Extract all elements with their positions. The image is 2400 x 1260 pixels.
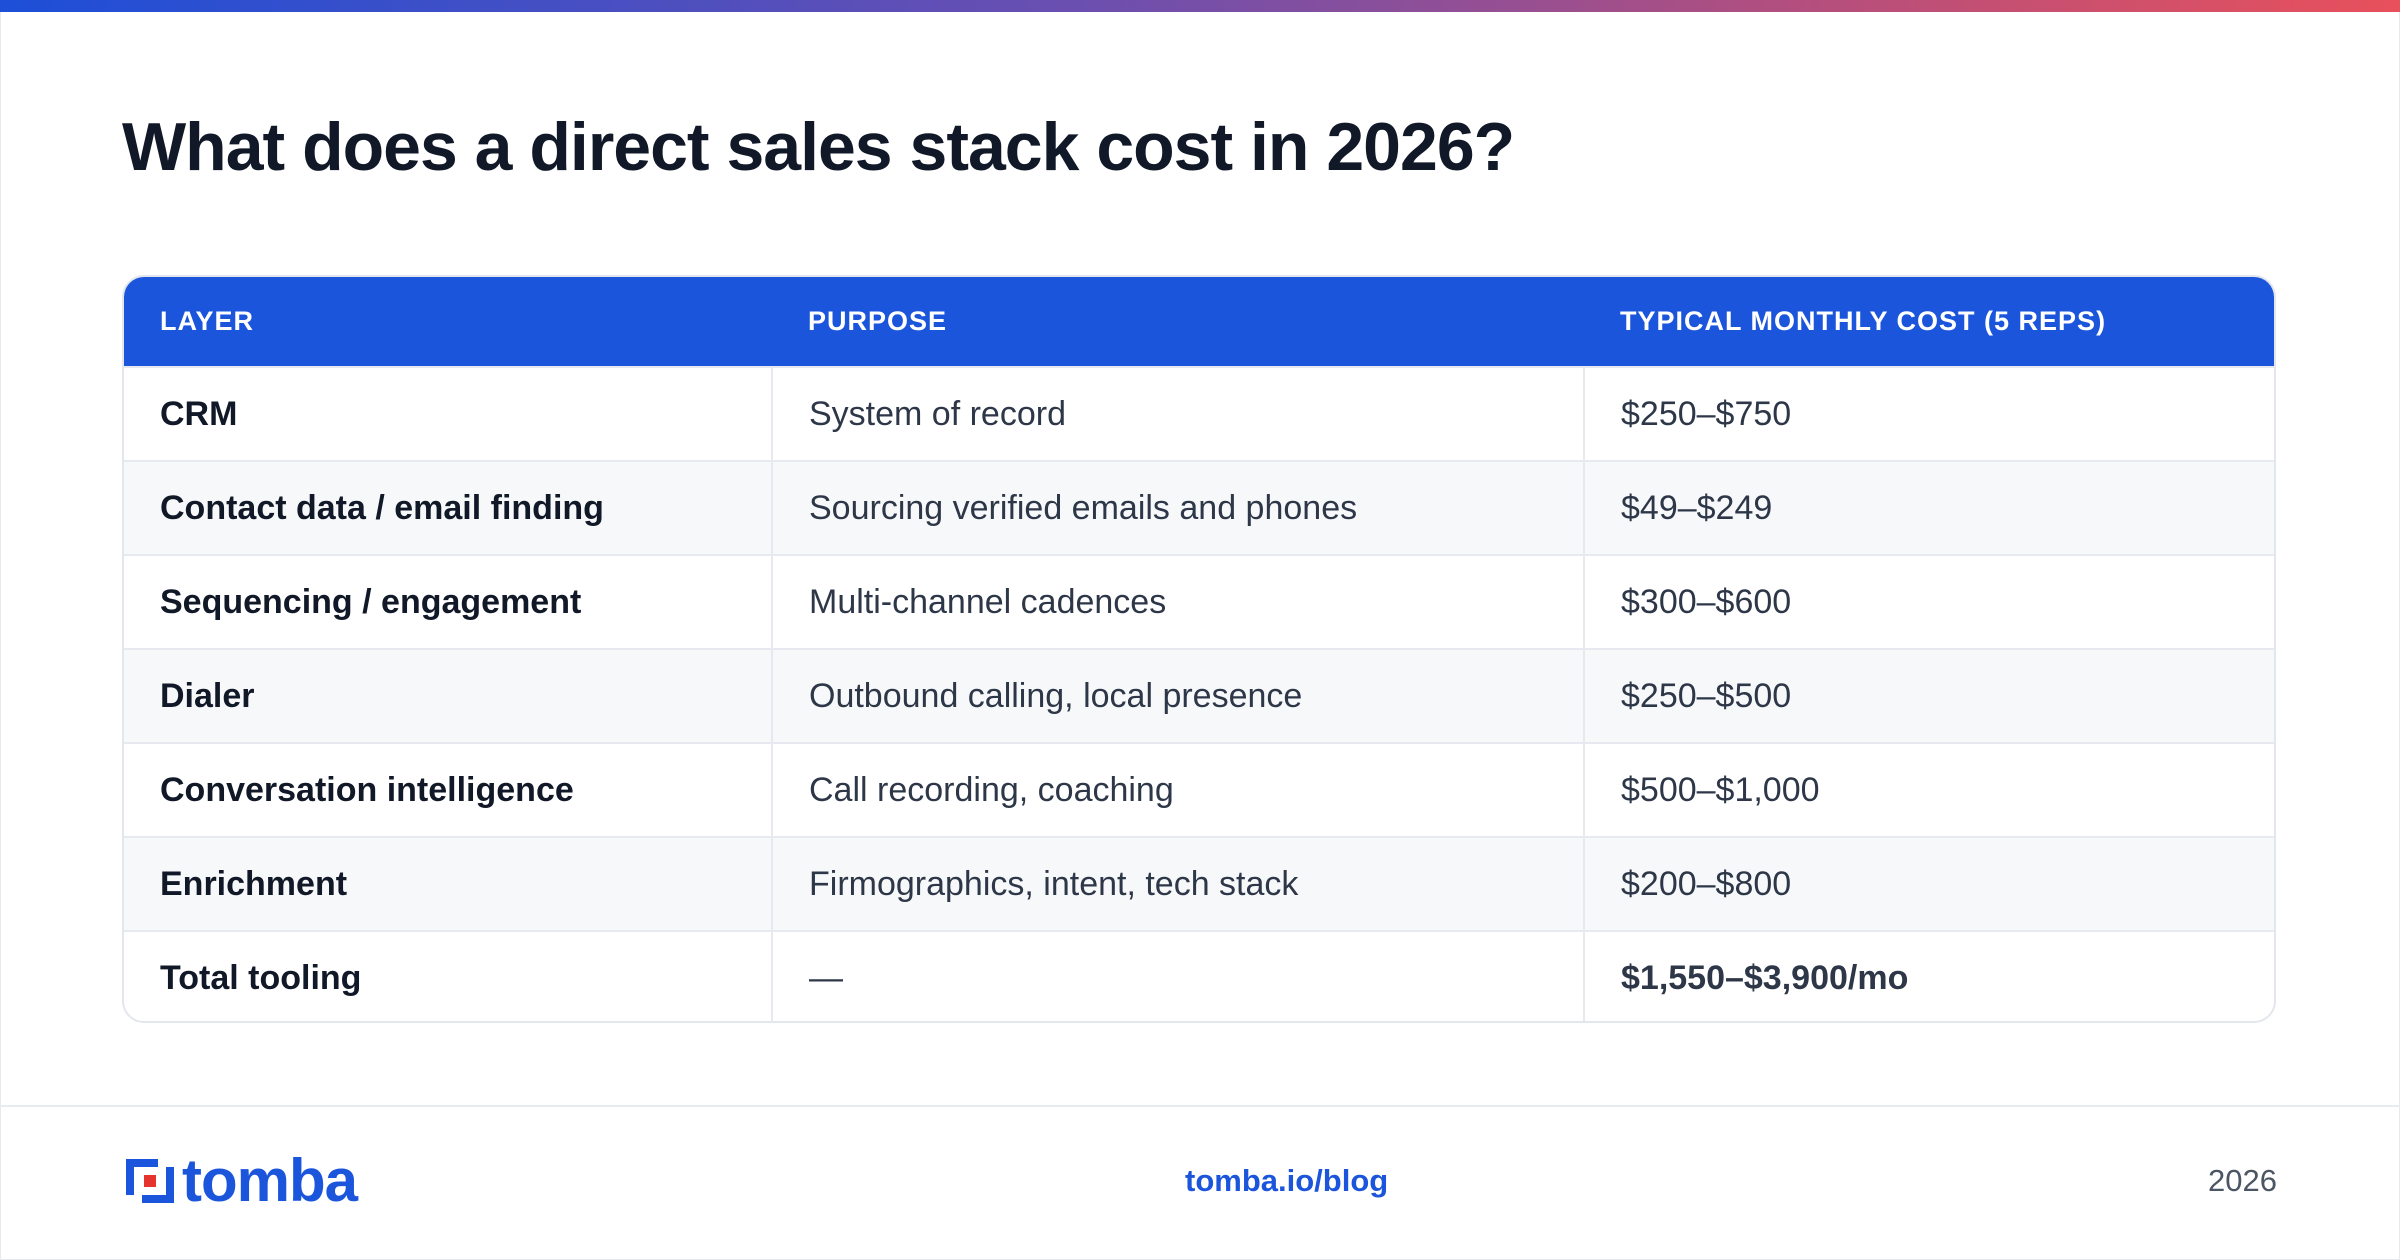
layer-cell: Enrichment xyxy=(160,864,348,903)
table-row: Conversation intelligence Call recording… xyxy=(124,743,2274,837)
layer-cell: Sequencing / engagement xyxy=(160,582,582,621)
total-row: Total tooling — $1,550–$3,900/mo xyxy=(124,931,2274,1021)
cost-cell: $250–$750 xyxy=(1583,367,2274,461)
cost-table-container: LAYER PURPOSE TYPICAL MONTHLY COST (5 RE… xyxy=(122,275,2276,1023)
footer-divider xyxy=(0,1105,2400,1107)
page-title: What does a direct sales stack cost in 2… xyxy=(122,109,1515,185)
table-row: CRM System of record $250–$750 xyxy=(124,367,2274,461)
purpose-cell: Sourcing verified emails and phones xyxy=(771,461,1584,555)
column-header-purpose: PURPOSE xyxy=(808,306,948,336)
table-header: LAYER PURPOSE TYPICAL MONTHLY COST (5 RE… xyxy=(124,277,2274,367)
layer-cell: Contact data / email finding xyxy=(160,488,604,527)
table-row: Contact data / email finding Sourcing ve… xyxy=(124,461,2274,555)
cost-cell: $200–$800 xyxy=(1583,837,2274,931)
purpose-cell: System of record xyxy=(771,367,1584,461)
layer-cell: CRM xyxy=(160,394,238,433)
layer-cell: Conversation intelligence xyxy=(160,770,574,809)
purpose-cell: Outbound calling, local presence xyxy=(771,649,1584,743)
cost-cell: $250–$500 xyxy=(1583,649,2274,743)
table-header-row: LAYER PURPOSE TYPICAL MONTHLY COST (5 RE… xyxy=(124,277,2274,367)
cost-cell: $500–$1,000 xyxy=(1583,743,2274,837)
blog-link[interactable]: tomba.io/blog xyxy=(1185,1163,1388,1199)
purpose-cell: Call recording, coaching xyxy=(771,743,1584,837)
tomba-logo[interactable]: tomba xyxy=(122,1147,358,1214)
column-header-layer: LAYER xyxy=(160,306,255,336)
total-purpose-cell: — xyxy=(771,931,1584,1021)
layer-cell: Dialer xyxy=(160,676,255,715)
total-cost-cell: $1,550–$3,900/mo xyxy=(1583,931,2274,1021)
purpose-cell: Multi-channel cadences xyxy=(771,555,1584,649)
table-row: Enrichment Firmographics, intent, tech s… xyxy=(124,837,2274,931)
cost-table: LAYER PURPOSE TYPICAL MONTHLY COST (5 RE… xyxy=(124,277,2274,1021)
cost-cell: $300–$600 xyxy=(1583,555,2274,649)
tomba-logo-icon xyxy=(126,1159,174,1203)
column-header-cost: TYPICAL MONTHLY COST (5 REPS) xyxy=(1620,306,2107,336)
table-row: Dialer Outbound calling, local presence … xyxy=(124,649,2274,743)
purpose-cell: Firmographics, intent, tech stack xyxy=(771,837,1584,931)
logo-wordmark: tomba xyxy=(182,1147,358,1214)
footer-year: 2026 xyxy=(2208,1163,2277,1198)
top-gradient-bar xyxy=(0,0,2400,12)
cost-cell: $49–$249 xyxy=(1583,461,2274,555)
total-label-cell: Total tooling xyxy=(160,959,362,997)
table-body: CRM System of record $250–$750 Contact d… xyxy=(124,367,2274,1021)
table-row: Sequencing / engagement Multi-channel ca… xyxy=(124,555,2274,649)
